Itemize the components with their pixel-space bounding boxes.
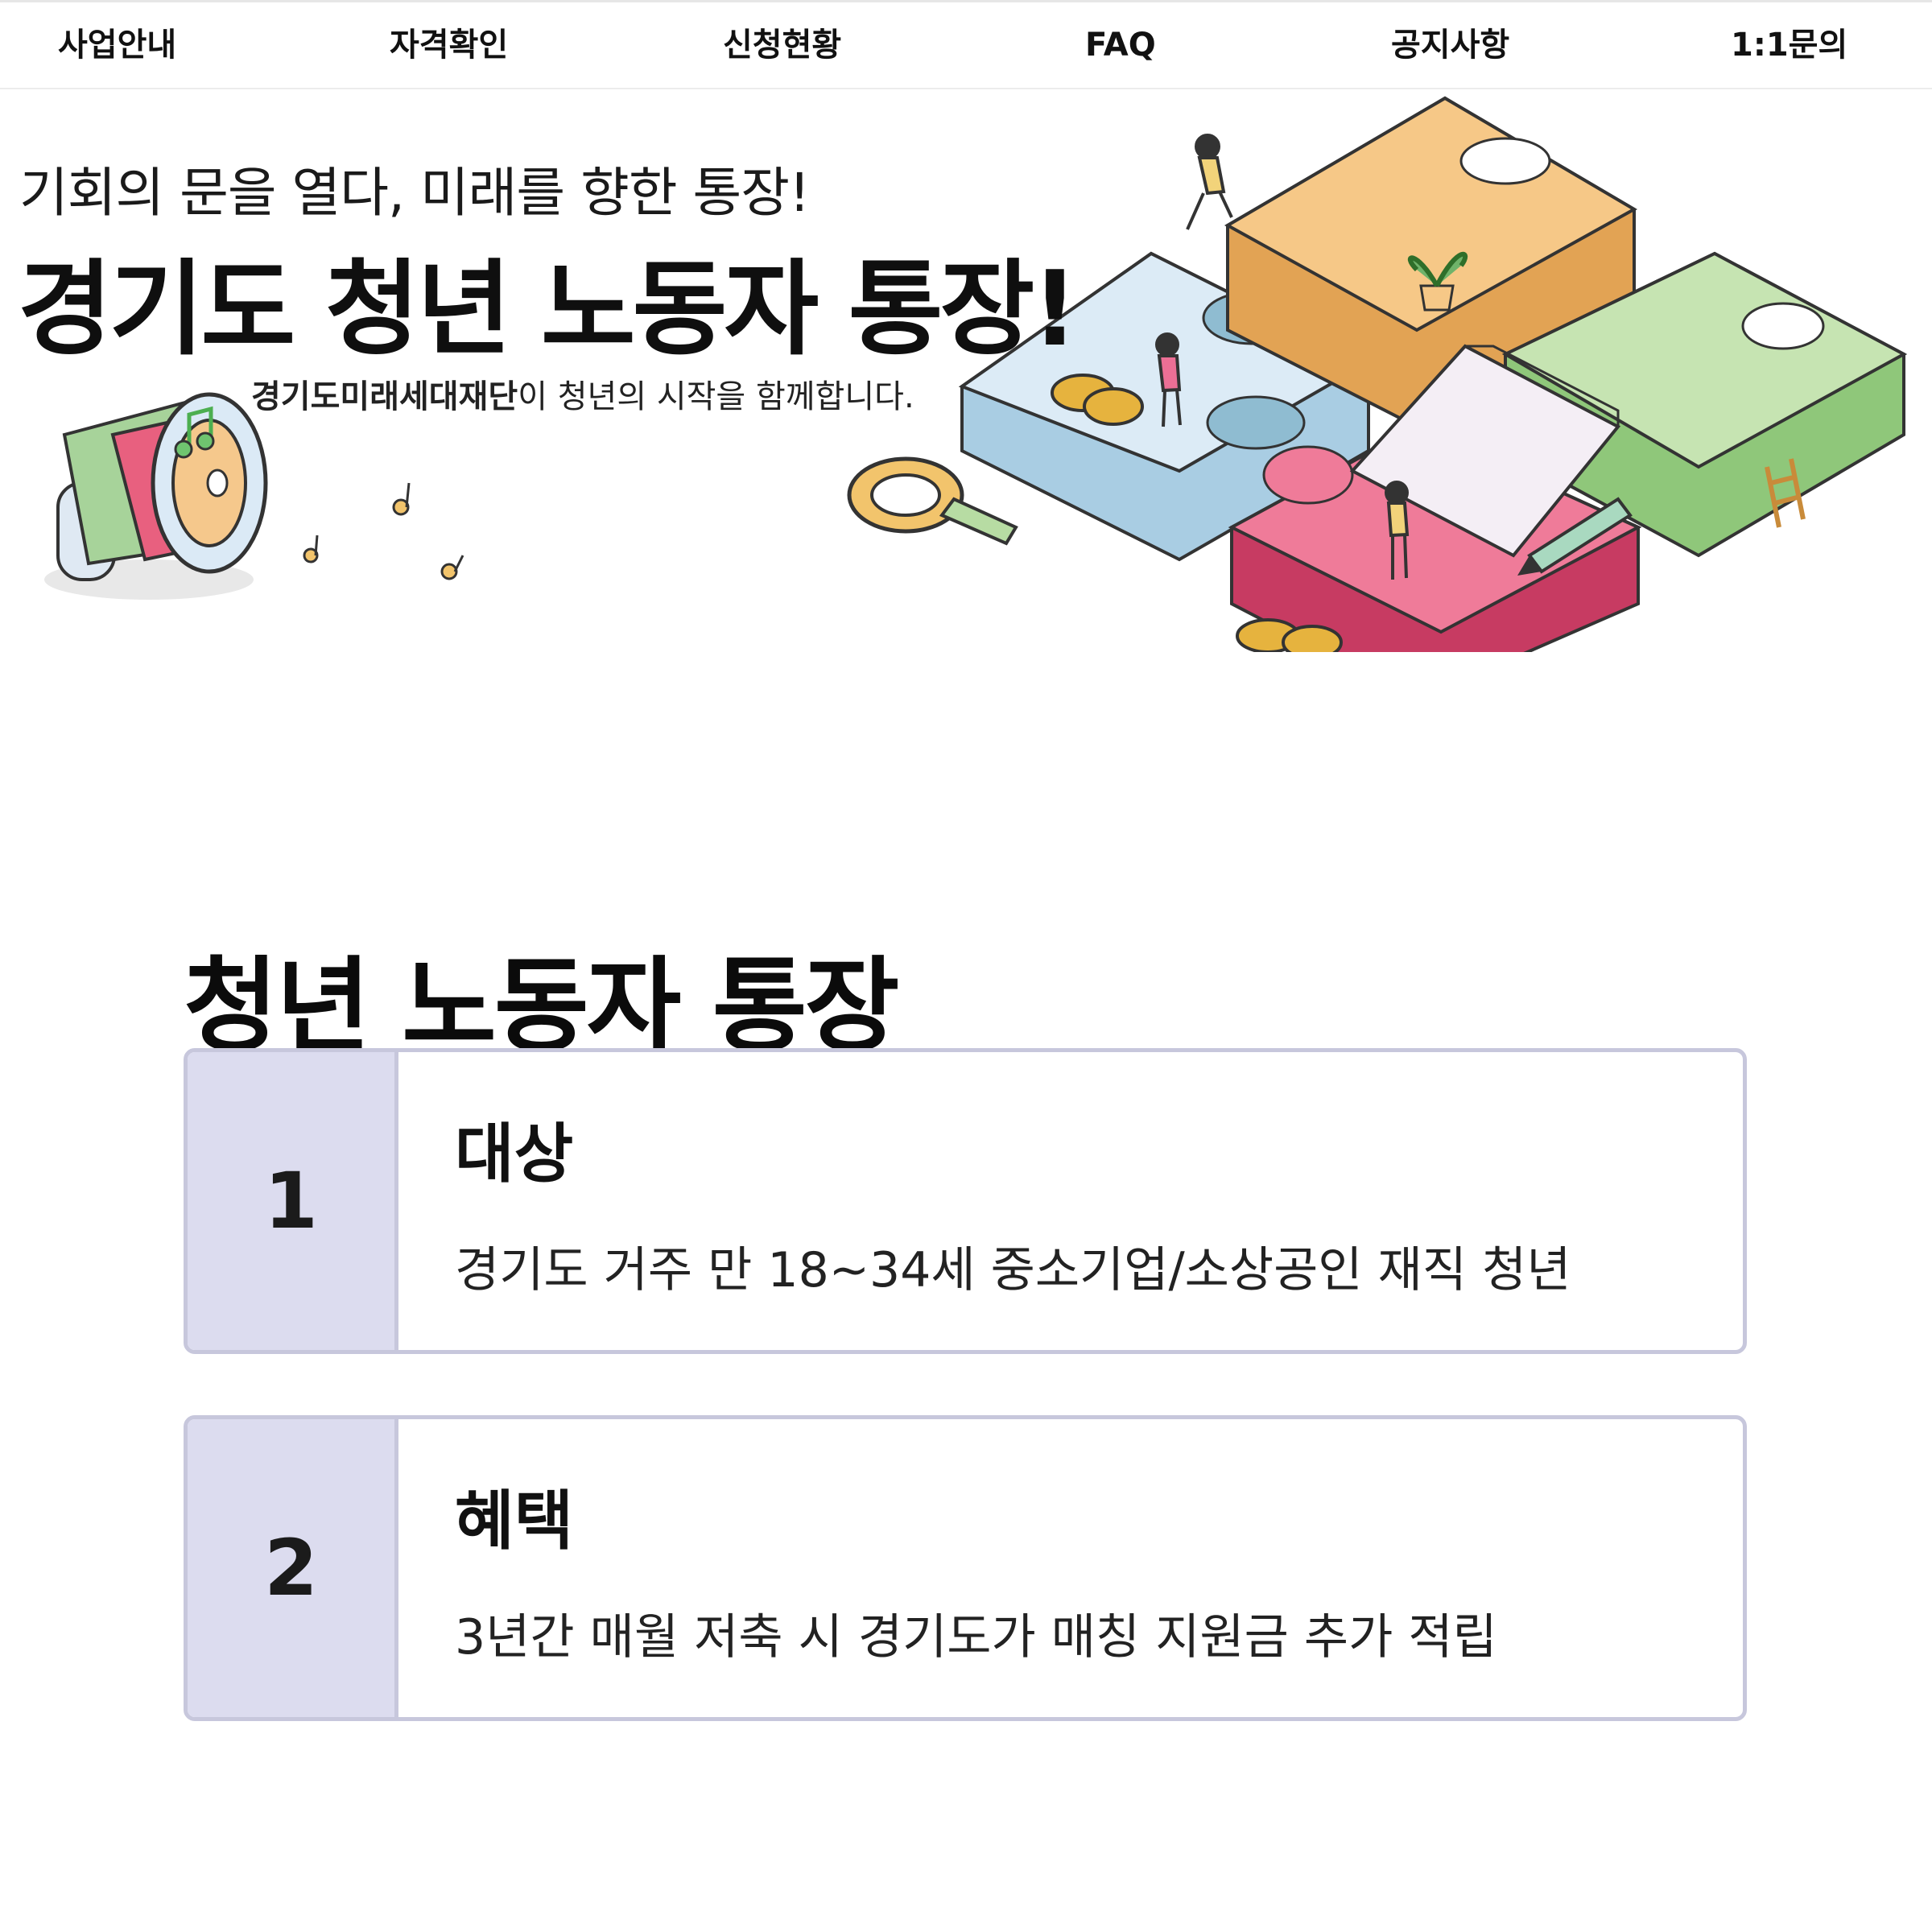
nav-item-notices[interactable]: 공지사항: [1391, 2, 1509, 88]
hero-caption: 경기도미래세대재단이 청년의 시작을 함께합니다.: [251, 370, 914, 417]
main-nav: 사업안내 자격확인 신청현황 FAQ 공지사항 1:1문의: [0, 2, 1932, 89]
hero-banner: 기회의 문을 열다, 미래를 향한 통장! 경기도 청년 노동자 통장! 경기도…: [0, 89, 1932, 652]
card-description: 3년간 매월 저축 시 경기도가 매칭 지원금 추가 적립: [455, 1609, 1497, 1666]
nav-item-faq[interactable]: FAQ: [1085, 2, 1156, 88]
info-card-target: 1 대상 경기도 거주 만 18~34세 중소기업/소상공인 재직 청년: [184, 1048, 1747, 1354]
nav-item-business-info[interactable]: 사업안내: [58, 2, 176, 88]
nav-item-eligibility-check[interactable]: 자격확인: [390, 2, 508, 88]
info-card-benefit: 2 혜택 3년간 매월 저축 시 경기도가 매칭 지원금 추가 적립: [184, 1415, 1747, 1721]
card-number: 1: [188, 1052, 398, 1350]
hero-caption-rest: 이 청년의 시작을 함께합니다.: [518, 378, 914, 415]
card-heading: 대상: [455, 1117, 574, 1191]
hero-title: 경기도 청년 노동자 통장!: [18, 250, 1079, 369]
megaphone-icon: [44, 392, 268, 600]
nav-item-application-status[interactable]: 신청현황: [723, 2, 841, 88]
card-number: 2: [188, 1419, 398, 1717]
hero-caption-org: 경기도미래세대재단: [251, 378, 518, 415]
magnifier-icon: [847, 456, 1018, 546]
card-description: 경기도 거주 만 18~34세 중소기업/소상공인 재직 청년: [455, 1242, 1571, 1298]
nav-item-inquiry[interactable]: 1:1문의: [1731, 2, 1847, 88]
card-heading: 혜택: [455, 1484, 574, 1558]
hero-subtitle: 기회의 문을 열다, 미래를 향한 통장!: [19, 162, 810, 224]
